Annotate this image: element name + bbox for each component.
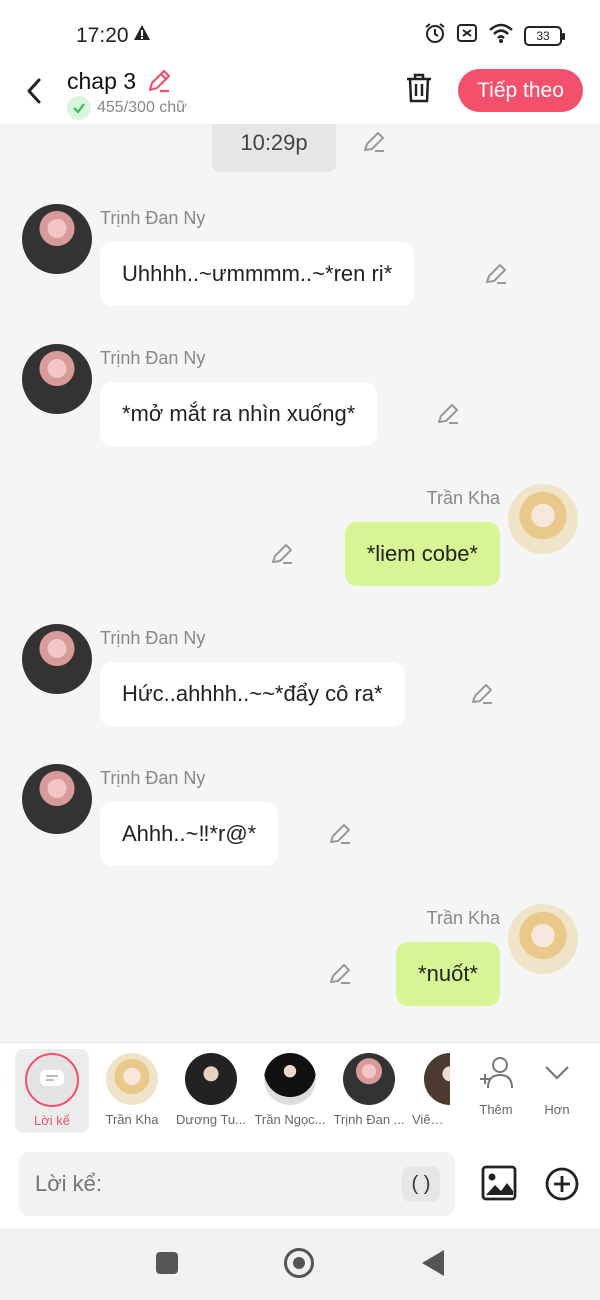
avatar[interactable] [22,764,92,834]
message-bubble[interactable]: Uhhhh..~ưmmmm..~*ren ri* [100,242,415,306]
edit-pencil-icon[interactable] [470,682,494,711]
edit-pencil-icon[interactable] [362,130,386,159]
character-item[interactable]: Trần Kha [92,1053,172,1127]
narrator-label: Lời kể [34,1113,70,1128]
system-nav-bar [0,1228,600,1300]
edit-pencil-icon[interactable] [328,822,352,851]
avatar[interactable] [22,204,92,274]
next-button[interactable]: Tiếp theo [458,69,583,112]
chat-message: Trịnh Đan Ny *mở mắt ra nhìn xuống* [0,344,600,484]
character-name: Trần Kha [105,1112,159,1127]
avatar[interactable] [22,344,92,414]
chat-message: Trịnh Đan Ny Ahhh..~‼*r@* [0,764,600,904]
message-bubble[interactable]: Ahhh..~‼*r@* [100,802,279,866]
character-name: Dương Tu... [176,1112,246,1127]
character-item[interactable]: Trịnh Đan ... [329,1053,409,1127]
avatar [343,1053,395,1105]
avatar[interactable] [508,904,578,974]
speaker-name: Trịnh Đan Ny [100,628,206,648]
avatar [106,1053,158,1105]
chapter-title: chap 3 [67,68,137,94]
speaker-name: Trịnh Đan Ny [100,768,206,788]
expand-characters-button[interactable]: Hơn [534,1055,580,1117]
alarm-icon [424,22,446,49]
character-item[interactable]: Viên N [408,1053,450,1127]
plus-circle-icon[interactable] [544,1166,580,1207]
image-icon[interactable] [480,1164,518,1207]
chat-message: Trịnh Đan Ny Hức..ahhhh..~~*đẩy cô ra* [0,624,600,764]
narrator-selector[interactable]: Lời kể [15,1049,89,1133]
expand-characters-label: Hơn [544,1102,570,1117]
message-bubble[interactable]: *liem cobe* [344,522,500,586]
trash-icon[interactable] [404,72,434,109]
chat-message: Trần Kha *liem cobe* [0,484,600,624]
character-name: Trịnh Đan ... [333,1112,405,1127]
message-bubble[interactable]: *mở mắt ra nhìn xuống* [100,382,378,446]
speaker-name: Trịnh Đan Ny [100,208,206,228]
back-arrow-icon[interactable] [20,76,50,106]
home-button[interactable] [284,1248,314,1278]
message-bubble[interactable]: Hức..ahhhh..~~*đẩy cô ra* [100,662,405,726]
parentheses-button[interactable]: ( ) [402,1166,440,1202]
input-bar: ( ) [0,1142,600,1228]
back-button[interactable] [422,1250,444,1276]
wifi-icon [488,22,514,49]
avatar [424,1053,450,1105]
chevron-down-icon [542,1066,572,1094]
chat-area[interactable]: 10:29p Trịnh Đan Ny Uhhhh..~ưmmmm..~*ren… [0,124,600,1042]
add-person-icon [476,1057,516,1094]
avatar [185,1053,237,1105]
speaker-name: Trịnh Đan Ny [100,348,206,368]
add-character-button[interactable]: Thêm [470,1055,522,1117]
word-count: 455/300 chữ [67,96,187,120]
character-item[interactable]: Trần Ngọc... [250,1053,330,1127]
narration-input[interactable] [19,1152,455,1216]
word-count-label: 455/300 chữ [97,99,187,116]
character-item[interactable]: Dương Tu... [171,1053,251,1127]
edit-pencil-icon[interactable] [484,262,508,291]
speaker-name: Trần Kha [426,488,500,508]
message-bubble[interactable]: *nuốt* [396,942,500,1006]
character-selector: Lời kể Trần Kha Dương Tu... Trần Ngọc...… [0,1042,600,1142]
chat-message: Trịnh Đan Ny Uhhhh..~ưmmmm..~*ren ri* [0,204,600,344]
avatar[interactable] [22,624,92,694]
warning-icon [133,24,151,47]
character-name: Viên N [412,1112,450,1127]
recents-button[interactable] [156,1252,178,1274]
check-icon [67,96,91,120]
character-name: Trần Ngọc... [254,1112,326,1127]
speaker-name: Trần Kha [426,908,500,928]
chat-message: Trần Kha *nuốt* [0,904,600,1042]
add-character-label: Thêm [479,1102,513,1117]
narrator-icon [25,1053,79,1107]
avatar [264,1053,316,1105]
edit-pencil-icon[interactable] [436,402,460,431]
edit-pencil-icon[interactable] [328,962,352,991]
top-bar: chap 3 455/300 chữ Tiếp theo [0,64,600,124]
battery-icon: 33 [524,25,565,46]
time-label[interactable]: 10:29p [212,124,336,172]
status-bar: 17:20 33 [0,0,600,64]
no-sim-icon [456,22,478,49]
avatar[interactable] [508,484,578,554]
status-time: 17:20 [76,24,129,47]
edit-pencil-icon[interactable] [270,542,294,571]
edit-title-icon[interactable] [146,68,172,99]
